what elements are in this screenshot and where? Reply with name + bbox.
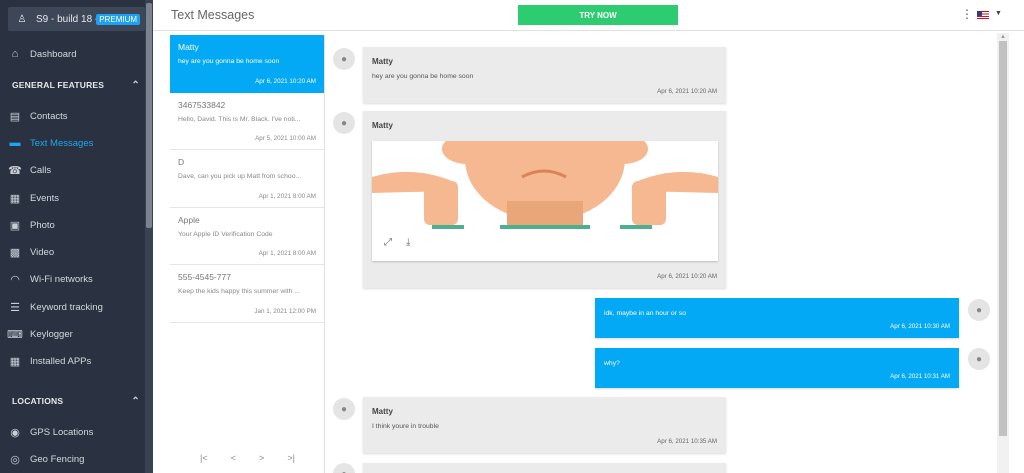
android-icon: ♙ [17,13,27,25]
next-page-button[interactable]: > [259,453,264,463]
sidebar-item-installed-apps[interactable]: ▦ Installed APPs [0,350,145,372]
avatar: ● [333,398,355,420]
image-actions: ⤢ ⤓ [384,237,410,248]
sidebar-scroll-thumb[interactable] [146,3,152,228]
message-bubble-incoming: Matty hey are you gonna be home soon Apr… [363,47,726,103]
avatar: ● [968,299,990,321]
person-icon: ● [340,403,348,415]
chat-icon: ▬ [9,137,21,149]
apps-grid-icon: ▦ [9,355,21,368]
conversation-item[interactable]: Apple Your Apple ID Verification Code Ap… [170,208,324,265]
image-attachment[interactable]: ⤢ ⤓ [372,141,718,261]
sidebar-item-keylogger[interactable]: ⌨ Keylogger [0,323,145,345]
image-icon: ▣ [9,219,21,232]
sidebar-item-wifi[interactable]: ◠ Wi-Fi networks [0,268,145,290]
section-locations[interactable]: LOCATIONS ⌃ [12,396,140,407]
sidebar-item-text-messages[interactable]: ▬ Text Messages [0,132,145,154]
conversation-list: Matty hey are you gonna be home soon Apr… [170,35,325,473]
chevron-up-icon: ⌃ [131,396,140,407]
download-icon[interactable]: ⤓ [406,237,410,248]
message-bubble-incoming [363,463,726,473]
sidebar-item-keyword-tracking[interactable]: ☰ Keyword tracking [0,296,145,318]
premium-badge: PREMIUM [96,13,141,25]
video-icon: ▩ [9,246,21,259]
avatar: ● [333,112,355,134]
message-bubble-incoming-image: Matty ⤢ ⤓ Apr 6, 2021 10:20 AM [363,111,726,288]
section-general-features[interactable]: GENERAL FEATURES ⌃ [12,80,140,91]
sidebar-item-video[interactable]: ▩ Video [0,241,145,263]
device-name: S9 - build 18 - [36,13,99,25]
sidebar-item-photo[interactable]: ▣ Photo [0,214,145,236]
calendar-icon: ▦ [9,192,21,205]
last-page-button[interactable]: >| [287,453,295,463]
first-page-button[interactable]: |< [200,453,208,463]
phone-icon: ☎ [8,164,22,177]
sidebar-item-events[interactable]: ▦ Events [0,187,145,209]
sidebar-scrollbar[interactable] [145,0,153,473]
page-title: Text Messages [171,8,255,22]
scroll-up-icon[interactable]: ▲ [1000,34,1006,40]
shrug-illustration [372,141,718,229]
conversation-item[interactable]: 3467533842 Hello, David. This is Mr. Bla… [170,93,324,150]
conversation-item[interactable]: Matty hey are you gonna be home soon Apr… [170,35,324,93]
app-root: ♙ S9 - build 18 - PREMIUM ⌂ Dashboard GE… [0,0,1024,473]
try-now-button[interactable]: TRY NOW [518,5,678,25]
conversation-item[interactable]: D Dave, can you pick up Matt from schoo.… [170,150,324,208]
more-vert-icon[interactable]: ⋮ [961,7,973,21]
main-scroll-thumb[interactable] [999,41,1007,436]
device-selector[interactable]: ♙ S9 - build 18 - PREMIUM [8,7,145,31]
message-bubble-outgoing: idk, maybe in an hour or so Apr 6, 2021 … [595,298,959,338]
keyword-icon: ☰ [10,301,20,314]
person-icon: ● [975,353,983,365]
person-icon: ● [340,53,348,65]
chevron-up-icon: ⌃ [131,80,140,91]
person-icon: ● [340,117,348,129]
home-icon: ⌂ [11,48,19,60]
message-thread: ● Matty hey are you gonna be home soon A… [326,35,996,473]
prev-page-button[interactable]: < [231,453,236,463]
sidebar-item-dashboard[interactable]: ⌂ Dashboard [0,43,145,65]
message-bubble-outgoing: why? Apr 6, 2021 10:31 AM [595,348,959,388]
keyboard-icon: ⌨ [7,328,23,341]
person-icon: ● [975,304,983,316]
conversation-item[interactable]: 555-4545-777 Keep the kids happy this su… [170,265,324,323]
avatar: ● [333,463,355,473]
sidebar-item-geo-fencing[interactable]: ◎ Geo Fencing [0,448,145,470]
sidebar-item-gps-locations[interactable]: ◉ GPS Locations [0,421,145,443]
avatar: ● [968,348,990,370]
sidebar: ♙ S9 - build 18 - PREMIUM ⌂ Dashboard GE… [0,0,153,473]
message-bubble-incoming: Matty I think youre in trouble Apr 6, 20… [363,397,726,453]
geofence-icon: ◎ [10,453,20,466]
top-header: Text Messages TRY NOW ⋮ ▼ [153,0,1024,31]
attachment-image[interactable] [372,141,718,229]
sidebar-item-calls[interactable]: ☎ Calls [0,159,145,181]
avatar: ● [333,48,355,70]
person-icon: ● [341,469,347,473]
us-flag-icon[interactable] [977,11,989,19]
pagination: |< < > >| [200,453,295,463]
fullscreen-icon[interactable]: ⤢ [384,237,392,248]
sidebar-item-contacts[interactable]: ▤ Contacts [0,105,145,127]
wifi-icon: ◠ [10,273,20,286]
caret-down-icon[interactable]: ▼ [995,10,1002,17]
location-pin-icon: ◉ [10,426,20,439]
main-scrollbar[interactable]: ▲ [997,33,1009,473]
contacts-icon: ▤ [9,110,21,123]
